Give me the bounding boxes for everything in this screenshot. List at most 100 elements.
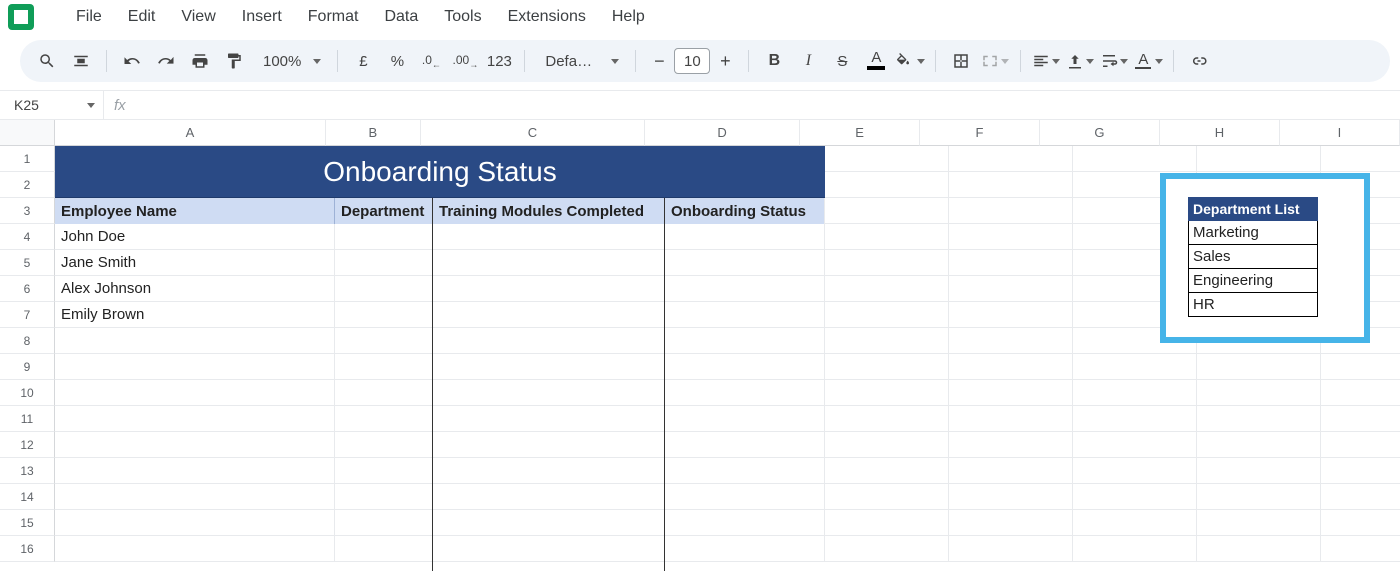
department-list-item[interactable]: Marketing xyxy=(1189,221,1318,245)
menu-data[interactable]: Data xyxy=(372,4,430,30)
column-header[interactable]: F xyxy=(920,120,1040,146)
row-header[interactable]: 11 xyxy=(0,406,55,432)
row-header[interactable]: 2 xyxy=(0,172,55,198)
name-box-value: K25 xyxy=(14,97,39,113)
spreadsheet-grid: 1 2 3 4 5 6 7 8 9 10 11 12 13 14 15 16 A… xyxy=(0,120,1400,571)
font-size-input[interactable]: 10 xyxy=(674,48,710,74)
menu-extensions[interactable]: Extensions xyxy=(496,4,598,30)
row-header[interactable]: 9 xyxy=(0,354,55,380)
column-header[interactable]: C xyxy=(421,120,645,146)
text-color-button[interactable]: A xyxy=(861,46,891,76)
cell-employee-name[interactable]: Jane Smith xyxy=(55,250,335,276)
header-employee-name[interactable]: Employee Name xyxy=(55,198,335,224)
print-area-icon[interactable] xyxy=(66,46,96,76)
paint-format-button[interactable] xyxy=(219,46,249,76)
horizontal-align-button[interactable] xyxy=(1031,46,1061,76)
column-divider xyxy=(664,198,665,571)
row-header[interactable]: 16 xyxy=(0,536,55,562)
cell[interactable] xyxy=(335,302,433,328)
row-header[interactable]: 7 xyxy=(0,302,55,328)
text-rotation-button[interactable]: A xyxy=(1133,46,1163,76)
department-list-item[interactable]: Sales xyxy=(1189,245,1318,269)
menu-view[interactable]: View xyxy=(169,4,227,30)
department-list-header[interactable]: Department List xyxy=(1189,198,1318,221)
column-header[interactable]: E xyxy=(800,120,920,146)
zoom-dropdown[interactable]: 100% xyxy=(253,53,327,70)
cell-employee-name[interactable]: John Doe xyxy=(55,224,335,250)
row-header[interactable]: 15 xyxy=(0,510,55,536)
vertical-align-button[interactable] xyxy=(1065,46,1095,76)
search-icon[interactable] xyxy=(32,46,62,76)
header-department[interactable]: Department xyxy=(335,198,433,224)
font-dropdown[interactable]: Defaul... xyxy=(535,53,625,70)
menu-file[interactable]: File xyxy=(64,4,114,30)
cell[interactable] xyxy=(335,224,433,250)
cell[interactable] xyxy=(335,250,433,276)
row-header[interactable]: 4 xyxy=(0,224,55,250)
fill-color-button[interactable] xyxy=(895,46,925,76)
row-header[interactable]: 8 xyxy=(0,328,55,354)
formula-bar: K25 fx xyxy=(0,90,1400,120)
chevron-down-icon xyxy=(1052,59,1060,64)
fx-icon: fx xyxy=(104,97,136,114)
sheet-title-cell[interactable]: Onboarding Status xyxy=(55,146,825,198)
cell[interactable] xyxy=(665,276,825,302)
row-header[interactable]: 14 xyxy=(0,484,55,510)
menu-tools[interactable]: Tools xyxy=(432,4,493,30)
text-wrap-button[interactable] xyxy=(1099,46,1129,76)
column-header[interactable]: A xyxy=(55,120,326,146)
cell[interactable] xyxy=(433,250,665,276)
column-divider xyxy=(432,198,433,571)
menu-help[interactable]: Help xyxy=(600,4,657,30)
currency-button[interactable]: £ xyxy=(348,46,378,76)
cell[interactable] xyxy=(665,250,825,276)
increase-decimal-button[interactable]: .00→ xyxy=(450,46,480,76)
strikethrough-button[interactable]: S xyxy=(827,46,857,76)
menu-edit[interactable]: Edit xyxy=(116,4,168,30)
number-format-button[interactable]: 123 xyxy=(484,46,514,76)
name-box[interactable]: K25 xyxy=(0,91,104,119)
row-header[interactable]: 10 xyxy=(0,380,55,406)
row-header[interactable]: 3 xyxy=(0,198,55,224)
decrease-font-size-button[interactable]: − xyxy=(646,48,672,74)
print-button[interactable] xyxy=(185,46,215,76)
menu-format[interactable]: Format xyxy=(296,4,371,30)
insert-link-button[interactable] xyxy=(1184,46,1214,76)
department-list-item[interactable]: Engineering xyxy=(1189,269,1318,293)
row-header[interactable]: 1 xyxy=(0,146,55,172)
cell-employee-name[interactable]: Alex Johnson xyxy=(55,276,335,302)
cell[interactable] xyxy=(335,276,433,302)
borders-button[interactable] xyxy=(946,46,976,76)
column-header[interactable]: I xyxy=(1280,120,1400,146)
column-header[interactable]: H xyxy=(1160,120,1280,146)
cell[interactable] xyxy=(433,224,665,250)
department-list-item[interactable]: HR xyxy=(1189,293,1318,317)
row-header[interactable]: 6 xyxy=(0,276,55,302)
row-header[interactable]: 12 xyxy=(0,432,55,458)
column-header[interactable]: G xyxy=(1040,120,1160,146)
row-header[interactable]: 13 xyxy=(0,458,55,484)
merge-cells-button[interactable] xyxy=(980,46,1010,76)
increase-font-size-button[interactable]: + xyxy=(712,48,738,74)
redo-button[interactable] xyxy=(151,46,181,76)
header-training[interactable]: Training Modules Completed xyxy=(433,198,665,224)
formula-input[interactable] xyxy=(136,91,1400,119)
cells-area[interactable]: /* rows rendered below manually */ xyxy=(55,146,1400,571)
undo-button[interactable] xyxy=(117,46,147,76)
cell[interactable] xyxy=(433,276,665,302)
cell[interactable] xyxy=(433,302,665,328)
cell[interactable] xyxy=(665,224,825,250)
column-header[interactable]: B xyxy=(326,120,421,146)
chevron-down-icon xyxy=(1155,59,1163,64)
select-all-corner[interactable] xyxy=(0,120,55,146)
row-header[interactable]: 5 xyxy=(0,250,55,276)
column-header[interactable]: D xyxy=(645,120,800,146)
cell[interactable] xyxy=(665,302,825,328)
menu-insert[interactable]: Insert xyxy=(230,4,294,30)
percent-button[interactable]: % xyxy=(382,46,412,76)
cell-employee-name[interactable]: Emily Brown xyxy=(55,302,335,328)
decrease-decimal-button[interactable]: .0← xyxy=(416,46,446,76)
header-onboarding-status[interactable]: Onboarding Status xyxy=(665,198,825,224)
bold-button[interactable]: B xyxy=(759,46,789,76)
italic-button[interactable]: I xyxy=(793,46,823,76)
